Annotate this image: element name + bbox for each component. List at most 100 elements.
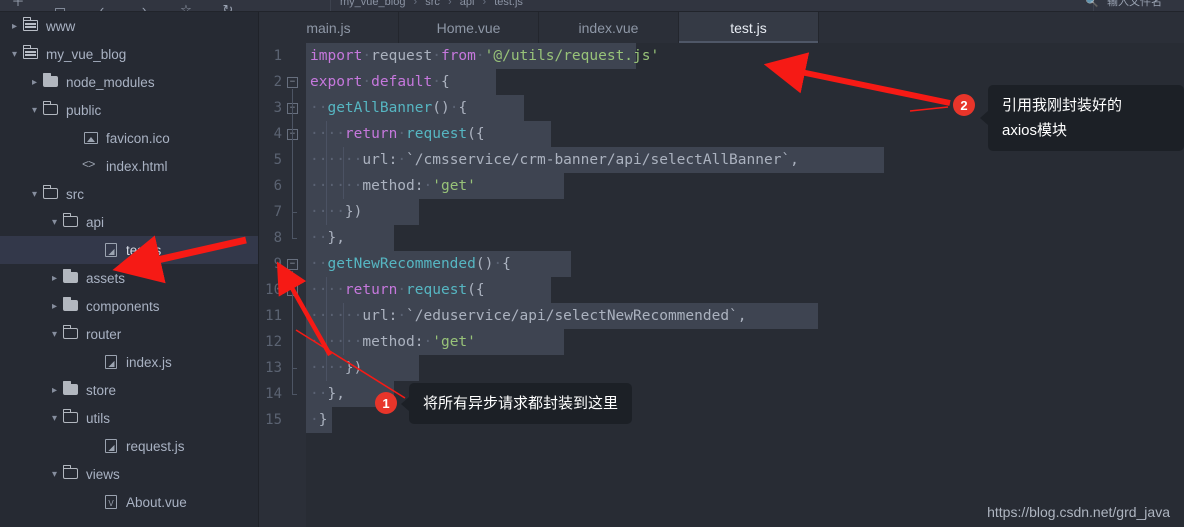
code-token-dot: · — [432, 48, 441, 64]
code-line-text: ··}, — [306, 386, 345, 402]
code-line[interactable]: ······method:·'get' — [306, 329, 1184, 355]
code-line-text: ····}) — [306, 204, 362, 220]
add-file-icon[interactable]: ＋▭ — [10, 0, 26, 11]
line-number: 10 — [265, 282, 282, 298]
code-token-dot: ···· — [310, 204, 345, 220]
forward-icon[interactable]: › — [136, 2, 152, 11]
chevron-down-icon[interactable]: ▾ — [8, 49, 21, 60]
code-token-punc: }) — [344, 360, 363, 376]
line-number: 9 — [273, 256, 282, 272]
breadcrumb-separator: › — [447, 0, 452, 8]
editor-tab-test-js[interactable]: test.js — [679, 12, 819, 43]
folder-closed-icon — [61, 296, 81, 314]
chevron-down-icon[interactable]: ▾ — [28, 189, 41, 200]
code-line[interactable]: ····}) — [306, 199, 1184, 225]
tree-item-test-js[interactable]: ◢ test.js — [0, 236, 258, 264]
tree-item-src[interactable]: ▾ src — [0, 180, 258, 208]
file-search-control[interactable]: 🔍 输入文件名 — [1085, 0, 1162, 9]
code-token-punc: { — [458, 100, 468, 116]
tree-item-my-vue-blog[interactable]: ▾ my_vue_blog — [0, 40, 258, 68]
tree-item-router[interactable]: ▾ router — [0, 320, 258, 348]
chevron-right-icon[interactable]: ▸ — [48, 301, 61, 312]
js-file-icon: ◢ — [101, 242, 121, 258]
search-file-icon[interactable]: 🔍 — [1085, 0, 1099, 8]
breadcrumb[interactable]: my_vue_blog › src › api › test.js — [340, 0, 523, 9]
chevron-down-icon[interactable]: ▾ — [48, 413, 61, 424]
tree-item-api[interactable]: ▾ api — [0, 208, 258, 236]
tree-item-index-js[interactable]: ◢ index.js — [0, 348, 258, 376]
code-token-dot: · — [397, 126, 407, 142]
chevron-right-icon[interactable]: ▸ — [28, 77, 41, 88]
code-token-dot: ······ — [310, 308, 363, 324]
tree-item-index-html[interactable]: <> index.html — [0, 152, 258, 180]
fold-toggle-icon[interactable]: − — [287, 259, 298, 270]
chevron-down-icon[interactable]: ▾ — [48, 329, 61, 340]
code-token-fn: request — [406, 126, 468, 142]
code-line[interactable]: ······url:·`/eduservice/api/selectNewRec… — [306, 303, 1184, 329]
chevron-right-icon[interactable]: ▸ — [48, 385, 61, 396]
tree-item-views[interactable]: ▾ views — [0, 460, 258, 488]
breadcrumb-item-2[interactable]: api — [460, 0, 475, 8]
toolbar-icon-group: ＋▭ ▭ ‹ › ☆ ↻ — [10, 0, 236, 11]
tree-item-favicon-ico[interactable]: favicon.ico — [0, 124, 258, 152]
code-line-text: import·request·from·'@/utils/request.js' — [306, 48, 659, 64]
code-token-dot: ·· — [310, 100, 328, 116]
chevron-down-icon[interactable]: ▾ — [28, 105, 41, 116]
code-line[interactable]: ······method:·'get' — [306, 173, 1184, 199]
back-icon[interactable]: ‹ — [94, 2, 110, 11]
tree-item-store[interactable]: ▸ store — [0, 376, 258, 404]
tree-item-label: test.js — [126, 242, 162, 258]
line-number-gutter[interactable]: 12−3−4−56789−10−1112131415 — [259, 43, 306, 527]
tree-item-label: store — [86, 382, 117, 398]
code-line[interactable]: ··}, — [306, 225, 1184, 251]
code-line[interactable]: ····return·request({ — [306, 277, 1184, 303]
code-token-plain: url: — [362, 308, 398, 324]
indent-guide — [326, 277, 327, 303]
project-tree[interactable]: ▸ www ▾ my_vue_blog ▸ node_modules ▾ public favi… — [0, 12, 259, 527]
tree-item-request-js[interactable]: ◢ request.js — [0, 432, 258, 460]
code-token-kw: return — [344, 282, 398, 298]
code-line[interactable]: import·request·from·'@/utils/request.js' — [306, 43, 1184, 69]
tree-item-node-modules[interactable]: ▸ node_modules — [0, 68, 258, 96]
breadcrumb-item-3[interactable]: test.js — [494, 0, 523, 8]
chevron-right-icon[interactable]: ▸ — [8, 21, 21, 32]
indent-guide — [343, 173, 344, 199]
code-token-dot: · — [362, 48, 372, 64]
bookmark-icon[interactable]: ☆ — [178, 2, 194, 11]
code-token-dot: · — [397, 308, 407, 324]
fold-toggle-icon[interactable]: − — [287, 77, 298, 88]
tree-item-public[interactable]: ▾ public — [0, 96, 258, 124]
code-token-dot: ·· — [310, 386, 328, 402]
breadcrumb-item-0[interactable]: my_vue_blog — [340, 0, 405, 8]
code-token-plain: method: — [362, 334, 424, 350]
tree-item-components[interactable]: ▸ components — [0, 292, 258, 320]
code-token-fn: getAllBanner — [327, 100, 433, 116]
tree-item-utils[interactable]: ▾ utils — [0, 404, 258, 432]
window-icon[interactable]: ▭ — [52, 2, 68, 11]
chevron-down-icon[interactable]: ▾ — [48, 469, 61, 480]
breadcrumb-item-1[interactable]: src — [425, 0, 440, 8]
editor-tab-home-vue[interactable]: Home.vue — [399, 12, 539, 43]
tree-item-assets[interactable]: ▸ assets — [0, 264, 258, 292]
refresh-icon[interactable]: ↻ — [220, 2, 236, 11]
chevron-right-icon[interactable]: ▸ — [48, 273, 61, 284]
chevron-down-icon[interactable]: ▾ — [48, 217, 61, 228]
code-token-plain: method: — [362, 178, 424, 194]
code-line[interactable]: ··getNewRecommended()·{ — [306, 251, 1184, 277]
code-token-dot: ·· — [310, 230, 328, 246]
folder-open-icon — [61, 212, 81, 230]
editor-tab-main-js[interactable]: main.js — [259, 12, 399, 43]
code-line-text: ······method:·'get' — [306, 334, 476, 350]
js-file-icon: ◢ — [101, 354, 121, 370]
editor-tab-index-vue[interactable]: index.vue — [539, 12, 679, 43]
code-line[interactable]: ····}) — [306, 355, 1184, 381]
line-number: 8 — [273, 230, 282, 246]
tree-item-www[interactable]: ▸ www — [0, 12, 258, 40]
code-token-punc: { — [502, 256, 511, 272]
code-token-punc: } — [318, 412, 328, 428]
editor-tab-label: test.js — [730, 19, 767, 36]
tree-item-about-vue[interactable]: V About.vue — [0, 488, 258, 516]
editor-tabbar[interactable]: main.js Home.vue index.vue test.js — [259, 12, 1184, 43]
code-line-text: ·} — [306, 412, 327, 428]
indent-guide — [343, 329, 344, 355]
